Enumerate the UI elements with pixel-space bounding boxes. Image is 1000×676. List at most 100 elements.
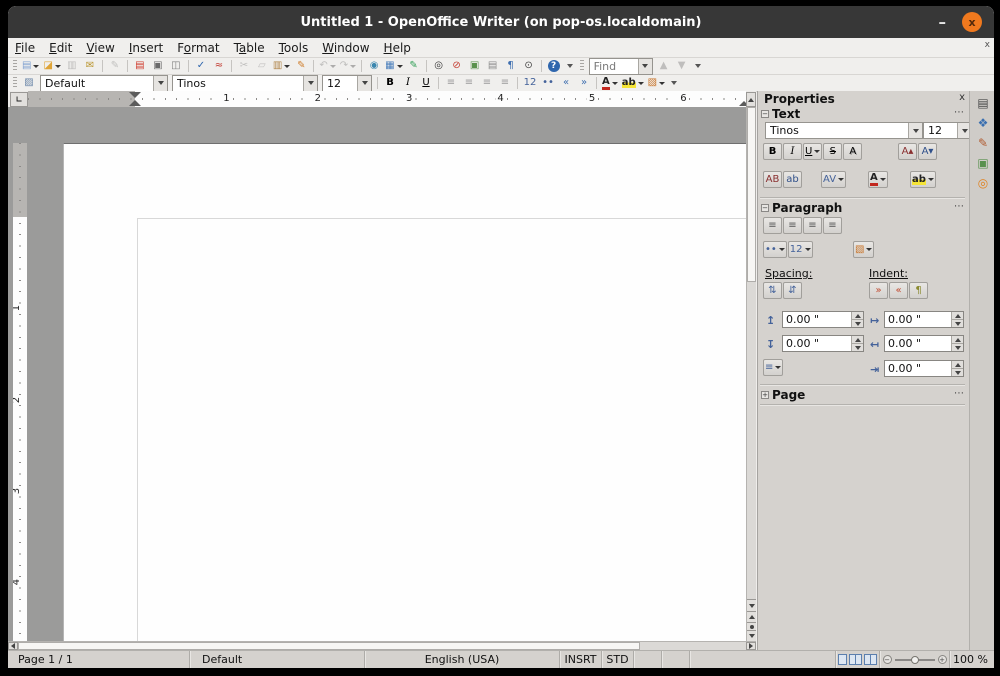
hyperlink-button[interactable]: ◉ [366, 59, 382, 73]
page-section-header[interactable]: + Page ⋯ [758, 388, 969, 402]
dropdown-arrow-icon[interactable] [775, 366, 782, 369]
section-more-icon[interactable]: ⋯ [954, 201, 964, 212]
switch-indent-button[interactable]: ¶ [909, 282, 928, 299]
save-button[interactable]: ▥ [64, 59, 80, 73]
dropdown-arrow-icon[interactable] [396, 64, 403, 68]
decrease-indent-button[interactable]: « [889, 282, 908, 299]
menu-view[interactable]: View [79, 40, 121, 56]
print-button[interactable]: ▣ [150, 59, 166, 73]
tab-stop-type-button[interactable]: ∟ [10, 92, 28, 107]
toolbar-grip[interactable] [579, 60, 584, 72]
data-sources-button[interactable]: ▤ [485, 59, 501, 73]
page-preview-button[interactable]: ◫ [168, 59, 184, 73]
status-language[interactable]: English (USA) [365, 651, 560, 668]
spin-down-button[interactable] [852, 319, 863, 327]
status-selection-mode[interactable]: STD [602, 651, 634, 668]
scroll-right-button[interactable] [746, 642, 756, 650]
dropdown-arrow-icon[interactable] [778, 248, 785, 251]
find-previous-button[interactable]: ▲ [656, 59, 672, 73]
sidebar-font-size-combobox[interactable]: 12 [923, 122, 972, 139]
underline-button[interactable]: U [418, 76, 434, 90]
dropdown-arrow-icon[interactable] [637, 81, 644, 85]
after-text-indent-field[interactable]: 0.00 " [884, 335, 964, 352]
minimize-button[interactable]: – [939, 14, 947, 30]
character-spacing-button[interactable]: AV [821, 171, 847, 188]
menu-window[interactable]: Window [315, 40, 376, 56]
zoom-button[interactable]: ⊙ [521, 59, 537, 73]
decrease-indent-button[interactable]: « [558, 76, 574, 90]
spin-up-button[interactable] [952, 361, 963, 368]
align-right-button[interactable]: ≡ [479, 76, 495, 90]
redo-button[interactable]: ↷ [339, 59, 357, 73]
show-draw-functions-button[interactable]: ✎ [406, 59, 422, 73]
close-button[interactable]: x [962, 12, 982, 32]
gallery-button[interactable]: ▣ [467, 59, 483, 73]
single-page-view-button[interactable] [838, 654, 847, 665]
align-center-button[interactable]: ≡ [783, 217, 802, 234]
left-indent-marker[interactable] [129, 100, 141, 106]
align-left-button[interactable]: ≡ [763, 217, 782, 234]
dropdown-arrow-icon[interactable] [838, 178, 845, 181]
nonprinting-characters-button[interactable]: ¶ [503, 59, 519, 73]
vertical-scrollbar-thumb[interactable] [747, 107, 756, 282]
document-page[interactable] [63, 143, 756, 641]
italic-button[interactable]: I [783, 143, 802, 160]
align-left-button[interactable]: ≡ [443, 76, 459, 90]
dropdown-arrow-icon[interactable] [33, 64, 40, 68]
spin-up-button[interactable] [952, 336, 963, 343]
menu-table[interactable]: Table [227, 40, 272, 56]
copy-button[interactable]: ▱ [254, 59, 270, 73]
help-button[interactable]: ? [546, 59, 562, 73]
edit-file-button[interactable]: ✎ [107, 59, 123, 73]
sidebar-font-name-combobox[interactable]: Tinos [765, 122, 923, 139]
paragraph-style-combobox[interactable]: Default [40, 74, 168, 92]
collapse-toggle-icon[interactable]: − [761, 204, 769, 212]
dropdown-arrow-icon[interactable] [350, 64, 357, 68]
dropdown-arrow-icon[interactable] [303, 75, 317, 91]
gallery-tab-button[interactable]: ▣ [973, 154, 993, 172]
dropdown-arrow-icon[interactable] [637, 58, 652, 74]
menu-file[interactable]: File [8, 40, 42, 56]
highlighting-button[interactable]: ab [621, 76, 645, 90]
section-more-icon[interactable]: ⋯ [954, 388, 964, 399]
scroll-down-button[interactable] [747, 599, 756, 611]
toolbar-overflow-button[interactable] [669, 76, 679, 90]
dropdown-arrow-icon[interactable] [153, 75, 167, 91]
align-justify-button[interactable]: ≡ [823, 217, 842, 234]
menu-format[interactable]: Format [170, 40, 226, 56]
paste-button[interactable]: ▥ [272, 59, 291, 73]
dropdown-arrow-icon[interactable] [611, 81, 618, 85]
navigator-button[interactable]: ⊘ [449, 59, 465, 73]
horizontal-scrollbar-thumb[interactable] [18, 642, 640, 650]
align-right-button[interactable]: ≡ [803, 217, 822, 234]
increase-paragraph-spacing-button[interactable]: ⇅ [763, 282, 782, 299]
horizontal-ruler[interactable]: 1 2 3 4 5 6 [28, 91, 746, 107]
bullets-button[interactable]: •• [763, 241, 787, 258]
toolbar-overflow-button[interactable] [565, 59, 575, 73]
book-view-button[interactable] [864, 654, 877, 665]
increase-indent-button[interactable]: » [869, 282, 888, 299]
underline-button[interactable]: U [803, 143, 823, 160]
dropdown-arrow-icon[interactable] [927, 178, 934, 181]
text-section-header[interactable]: − Text ⋯ [758, 107, 969, 121]
scroll-up-button[interactable] [746, 92, 756, 107]
zoom-in-icon[interactable]: + [937, 655, 947, 664]
find-next-button[interactable]: ▼ [674, 59, 690, 73]
uppercase-button[interactable]: AB [763, 171, 782, 188]
menu-edit[interactable]: Edit [42, 40, 79, 56]
titlebar[interactable]: Untitled 1 - OpenOffice Writer (on pop-o… [8, 6, 994, 38]
status-zoom-value[interactable]: 100 % [950, 651, 994, 668]
before-text-indent-field[interactable]: 0.00 " [884, 311, 964, 328]
collapse-toggle-icon[interactable]: + [761, 391, 769, 399]
dropdown-arrow-icon[interactable] [54, 64, 61, 68]
email-document-button[interactable]: ✉ [82, 59, 98, 73]
align-center-button[interactable]: ≡ [461, 76, 477, 90]
first-line-indent-field[interactable]: 0.00 " [884, 360, 964, 377]
previous-page-button[interactable] [747, 611, 756, 622]
dropdown-arrow-icon[interactable] [866, 248, 873, 251]
paragraph-section-header[interactable]: − Paragraph ⋯ [758, 201, 969, 215]
align-justify-button[interactable]: ≡ [497, 76, 513, 90]
status-document-modified[interactable] [634, 651, 662, 668]
export-pdf-button[interactable]: ▤ [132, 59, 148, 73]
status-signature[interactable] [662, 651, 690, 668]
